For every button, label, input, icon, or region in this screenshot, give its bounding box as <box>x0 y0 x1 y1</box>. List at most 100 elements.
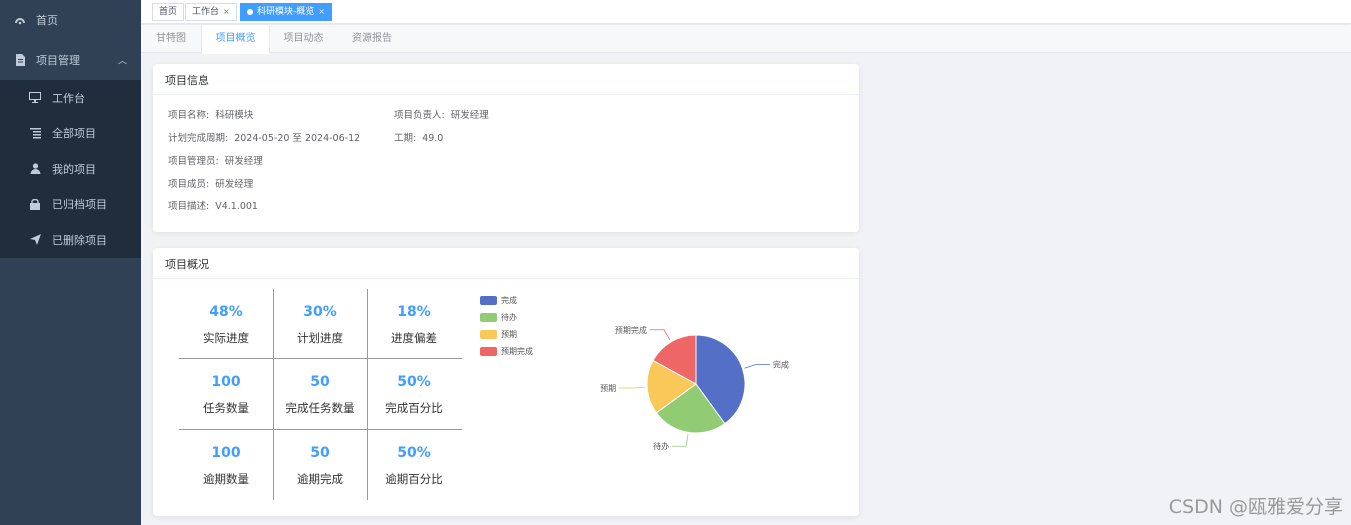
stat-value: 50% <box>397 374 431 390</box>
legend-item[interactable]: 完成 <box>480 292 533 309</box>
tab-gantt[interactable]: 甘特图 <box>141 25 201 53</box>
sidebar-item-all-projects[interactable]: 全部项目 <box>0 116 141 152</box>
tag-research-overview[interactable]: 科研模块-概览 × <box>240 3 332 21</box>
stat-value: 48% <box>209 304 243 320</box>
legend-item[interactable]: 预期完成 <box>480 343 533 360</box>
tab-project-overview[interactable]: 项目概览 <box>201 25 270 54</box>
archive-icon <box>28 197 42 211</box>
stat-overdue-completed: 50 逾期完成 <box>273 445 367 487</box>
sidebar-item-label: 项目管理 <box>36 54 80 67</box>
pie-label: 预期 <box>600 383 616 393</box>
legend-swatch <box>480 296 497 305</box>
submenu: 工作台 全部项目 我的项目 已归档项目 已删除项目 <box>0 80 141 258</box>
project-desc-label: 项目描述: <box>168 201 210 212</box>
project-owner-label: 项目负责人: <box>394 110 445 121</box>
monitor-icon <box>28 91 42 105</box>
project-desc-row: 项目描述: V4.1.001 <box>168 198 258 212</box>
tag-workbench[interactable]: 工作台 × <box>185 3 237 21</box>
sidebar-item-project-management[interactable]: 项目管理 ︿ <box>0 40 141 80</box>
active-dot-icon <box>247 9 253 15</box>
user-icon <box>28 162 42 176</box>
sidebar-item-label: 已归档项目 <box>52 198 107 212</box>
project-owner-value: 研发经理 <box>450 110 489 121</box>
card-title: 项目信息 <box>153 64 859 95</box>
chart-legend: 完成待办预期预期完成 <box>480 292 533 360</box>
watermark: CSDN @瓯雅爱分享 <box>1168 496 1343 518</box>
stat-task-count: 100 任务数量 <box>179 374 273 416</box>
project-manager-label: 项目管理员: <box>168 156 219 167</box>
project-name-row: 项目名称: 科研模块 <box>168 107 253 121</box>
project-manager-value: 研发经理 <box>224 156 263 167</box>
stat-label: 逾期数量 <box>203 472 249 486</box>
stat-value: 50 <box>310 445 330 461</box>
main-area: 首页 工作台 × 科研模块-概览 × 甘特图 项目概览 项目动态 资源报告 项目… <box>141 0 1351 525</box>
sidebar-item-deleted-projects[interactable]: 已删除项目 <box>0 222 141 258</box>
legend-label: 预期完成 <box>501 347 533 356</box>
stat-planned-progress: 30% 计划进度 <box>273 304 367 346</box>
tab-project-activity[interactable]: 项目动态 <box>270 25 337 53</box>
grid-divider <box>179 358 462 359</box>
sidebar-item-label: 首页 <box>36 14 58 27</box>
grid-divider <box>179 429 462 430</box>
stat-overdue-count: 100 逾期数量 <box>179 445 273 487</box>
stat-label: 逾期完成 <box>297 472 343 486</box>
chevron-up-icon: ︿ <box>117 56 127 67</box>
document-icon <box>13 53 27 67</box>
project-name-value: 科研模块 <box>215 110 254 121</box>
legend-label: 完成 <box>501 296 517 305</box>
legend-swatch <box>480 347 497 356</box>
tag-label: 首页 <box>159 7 178 17</box>
stat-label: 逾期百分比 <box>385 472 443 486</box>
pie-chart: 完成待办 预期 预期完成 <box>600 325 789 451</box>
stat-label: 完成百分比 <box>385 401 443 415</box>
project-member-value: 研发经理 <box>215 179 254 190</box>
legend-label: 待办 <box>501 313 517 322</box>
legend-item[interactable]: 待办 <box>480 309 533 326</box>
pie-leader-line <box>649 329 671 341</box>
legend-item[interactable]: 预期 <box>480 326 533 343</box>
sidebar-item-home[interactable]: 首页 <box>0 0 141 40</box>
project-member-label: 项目成员: <box>168 179 210 190</box>
project-name-label: 项目名称: <box>168 110 210 121</box>
stats-grid: 48% 实际进度 30% 计划进度 18% 进度偏差 100 任务数量 50 完… <box>179 289 462 500</box>
legend-swatch <box>480 330 497 339</box>
close-icon[interactable]: × <box>318 4 325 20</box>
stat-value: 100 <box>211 445 241 461</box>
project-desc-value: V4.1.001 <box>215 201 258 212</box>
stat-value: 30% <box>303 304 337 320</box>
pie-leader-line <box>744 364 770 369</box>
stat-label: 实际进度 <box>203 331 249 345</box>
project-owner-row: 项目负责人: 研发经理 <box>394 107 489 121</box>
sidebar-item-workbench[interactable]: 工作台 <box>0 80 141 116</box>
stat-completion-percent: 50% 完成百分比 <box>367 374 461 416</box>
pie-label: 待办 <box>653 441 669 451</box>
card-title: 项目概况 <box>153 248 859 279</box>
tags-bar: 首页 工作台 × 科研模块-概览 × <box>141 0 1351 24</box>
sidebar-item-archived-projects[interactable]: 已归档项目 <box>0 187 141 223</box>
sidebar-item-label: 已删除项目 <box>52 233 107 247</box>
close-icon[interactable]: × <box>223 4 230 20</box>
stat-label: 完成任务数量 <box>285 401 355 415</box>
stat-label: 进度偏差 <box>391 331 437 345</box>
stat-completed-tasks: 50 完成任务数量 <box>273 374 367 416</box>
sidebar-item-label: 我的项目 <box>52 162 96 176</box>
pie-label: 完成 <box>773 360 789 370</box>
project-overview-card: 项目概况 48% 实际进度 30% 计划进度 18% 进度偏差 100 任务数量 <box>153 248 859 516</box>
pie-leader-line <box>619 386 646 389</box>
tag-home[interactable]: 首页 <box>152 3 185 21</box>
list-icon <box>28 126 42 140</box>
tab-resource-report[interactable]: 资源报告 <box>337 25 407 53</box>
tag-label: 工作台 <box>192 7 220 17</box>
stat-value: 18% <box>397 304 431 320</box>
stat-overdue-percent: 50% 逾期百分比 <box>367 445 461 487</box>
legend-swatch <box>480 313 497 322</box>
project-period-value: 2024-05-20 至 2024-06-12 <box>234 133 361 144</box>
dashboard-icon <box>13 13 27 27</box>
sidebar: 首页 项目管理 ︿ 工作台 全部项目 我的项目 已归档项目 已删除项目 <box>0 0 141 525</box>
project-duration-value: 49.0 <box>422 133 444 144</box>
project-info-card: 项目信息 项目名称: 科研模块 项目负责人: 研发经理 计划完成周期: 2024-05… <box>153 64 859 232</box>
legend-label: 预期 <box>501 330 517 339</box>
sidebar-item-my-projects[interactable]: 我的项目 <box>0 151 141 187</box>
tag-label: 科研模块-概览 <box>257 7 315 17</box>
stat-actual-progress: 48% 实际进度 <box>179 304 273 346</box>
